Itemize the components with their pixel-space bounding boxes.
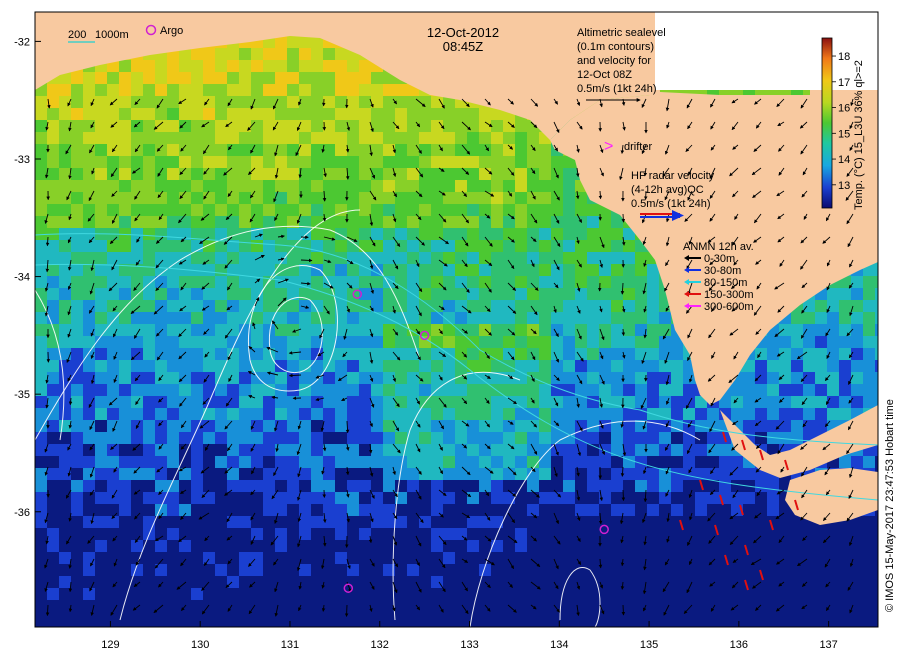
isobath-label-200: 200 [68, 29, 86, 41]
y-tick-label: -33 [14, 154, 30, 166]
altimetry-line-2: (0.1m contours) [577, 41, 654, 53]
anmn-item-label: 80-150m [704, 277, 747, 289]
drifter-icon: > [604, 138, 613, 155]
title-date: 12-Oct-2012 [427, 25, 499, 40]
credit-text: © IMOS 15-May-2017 23:47:53 Hobart time [884, 399, 896, 612]
drifter-label: drifter [624, 141, 652, 153]
velocity-arrow [621, 604, 626, 616]
y-tick-label: -34 [14, 272, 30, 284]
altimetry-line-4: 12-Oct 08Z [577, 69, 632, 81]
hf-line-2: (4-12h avg)QC [631, 184, 704, 196]
velocity-arrow [344, 604, 349, 617]
x-tick-label: 133 [460, 639, 478, 651]
altimetry-line-3: and velocity for [577, 55, 651, 67]
velocity-arrow [300, 258, 313, 263]
x-tick-label: 136 [730, 639, 748, 651]
anmn-item-label: 300-600m [704, 301, 754, 313]
x-tick-label: 137 [819, 639, 837, 651]
colorbar-tick-label: 18 [838, 51, 850, 63]
altimetry-line-1: Altimetric sealevel [577, 27, 666, 39]
colorbar-tick-label: 13 [838, 180, 850, 192]
hf-line-1: HF radar velocity [631, 170, 715, 182]
velocity-arrow [621, 489, 626, 502]
altimetry-line-5: 0.5m/s (1kt 24h) [577, 83, 656, 95]
velocity-arrow [598, 190, 603, 200]
colorbar-tick-label: 16 [838, 103, 850, 115]
anmn-item-label: 150-300m [704, 289, 754, 301]
colorbar-tick-label: 17 [838, 77, 850, 89]
sst-map-figure: 129 130 131 132 133 134 135 136 137 -32 -33 -34 -35… [14, 11, 896, 651]
velocity-arrow [621, 328, 626, 336]
title-time: 08:45Z [443, 39, 484, 54]
colorbar [821, 37, 833, 209]
x-tick-label: 132 [371, 639, 389, 651]
isobath-label-1000: 1000m [95, 29, 129, 41]
y-tick-label: -36 [14, 507, 30, 519]
colorbar-tick-label: 15 [838, 128, 850, 140]
velocity-arrow [621, 213, 626, 223]
x-tick-label: 135 [640, 639, 658, 651]
y-tick-label: -32 [14, 36, 30, 48]
colorbar-tick-label: 14 [838, 154, 850, 166]
map-plot-area [35, 12, 878, 627]
anmn-item-label: 30-80m [704, 265, 741, 277]
x-tick-label: 134 [550, 639, 568, 651]
anmn-item-label: 0-30m [704, 253, 735, 265]
colorbar-label: Temp. (°C) 15_L3U 36% ql>=2 [853, 60, 865, 210]
x-tick-label: 129 [101, 639, 119, 651]
x-tick-label: 130 [191, 639, 209, 651]
velocity-arrow [45, 604, 50, 617]
hf-line-3: 0.5m/s (1kt 24h) [631, 198, 710, 210]
y-tick-label: -35 [14, 389, 30, 401]
argo-legend-label: Argo [160, 25, 183, 37]
x-tick-label: 131 [281, 639, 299, 651]
velocity-arrow [45, 236, 50, 247]
anmn-title: ANMN 12h av. [683, 241, 754, 253]
